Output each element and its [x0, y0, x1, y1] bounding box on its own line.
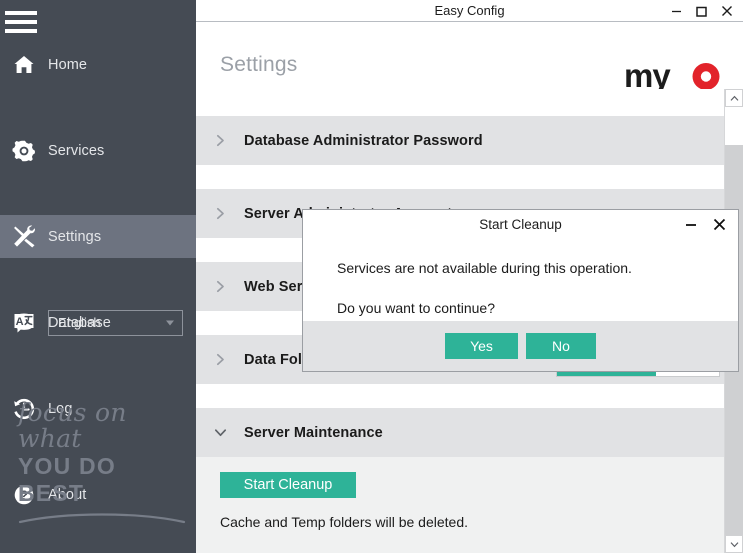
section-header-database-administrator-password[interactable]: Database Administrator Password [196, 116, 724, 165]
minimize-icon[interactable] [677, 210, 705, 239]
home-icon [0, 53, 48, 77]
hamburger-bar [5, 11, 37, 15]
question-mark-icon: ? [0, 483, 48, 507]
sidebar-item-log[interactable]: Log [0, 387, 196, 430]
close-icon[interactable] [714, 0, 739, 22]
language-row: A English [0, 301, 196, 344]
tools-icon [0, 224, 48, 249]
yes-button[interactable]: Yes [445, 333, 518, 359]
dialog-body: Services are not available during this o… [303, 239, 738, 321]
chevron-right-icon [196, 206, 244, 221]
sidebar-item-services[interactable]: Services [0, 129, 196, 172]
history-clock-icon [0, 397, 48, 421]
sidebar-item-label: Home [48, 57, 87, 73]
easy-config-window: Home Services [0, 0, 743, 553]
language-select[interactable]: English [48, 310, 183, 336]
scrollbar-down-button[interactable] [725, 535, 743, 553]
hamburger-bar [5, 20, 37, 24]
dialog-message-line-2: Do you want to continue? [337, 301, 738, 315]
sidebar: Home Services [0, 0, 196, 553]
sidebar-item-about[interactable]: ? About [0, 473, 196, 516]
window-controls [664, 0, 739, 22]
dialog-titlebar: Start Cleanup [303, 210, 738, 239]
dialog-message-line-1: Services are not available during this o… [337, 261, 738, 275]
sidebar-nav: Home Services [0, 43, 196, 301]
close-icon[interactable] [705, 210, 733, 239]
chevron-right-icon [196, 352, 244, 367]
no-button[interactable]: No [526, 333, 596, 359]
scrollbar-up-button[interactable] [725, 89, 743, 107]
sidebar-item-label: Services [48, 143, 104, 159]
section-title: Database Administrator Password [244, 133, 483, 149]
window-titlebar: Easy Config [196, 0, 743, 22]
start-cleanup-dialog: Start Cleanup Services are not available… [302, 209, 739, 372]
sidebar-item-label: Settings [48, 229, 101, 245]
maintenance-hint: Cache and Temp folders will be deleted. [220, 514, 468, 530]
translate-icon: A [0, 311, 48, 335]
chevron-down-icon [166, 320, 174, 325]
page-header: Settings my [196, 22, 743, 89]
chevron-down-icon [196, 425, 244, 440]
maximize-icon[interactable] [689, 0, 714, 22]
chevron-right-icon [196, 133, 244, 148]
svg-text:A: A [16, 316, 24, 328]
server-maintenance-body: Start Cleanup Cache and Temp folders wil… [196, 457, 724, 553]
section-header-server-maintenance[interactable]: Server Maintenance [196, 408, 724, 457]
chevron-right-icon [196, 279, 244, 294]
gear-icon [0, 139, 48, 163]
window-title: Easy Config [434, 3, 504, 18]
hamburger-bar [5, 29, 37, 33]
svg-text:?: ? [20, 488, 28, 503]
language-value: English [58, 315, 101, 330]
sidebar-item-home[interactable]: Home [0, 43, 196, 86]
sidebar-item-label: About [48, 487, 86, 503]
start-cleanup-button[interactable]: Start Cleanup [220, 472, 356, 498]
minimize-icon[interactable] [664, 0, 689, 22]
page-title: Settings [220, 53, 297, 77]
section-title: Server Maintenance [244, 425, 383, 441]
sidebar-item-settings[interactable]: Settings [0, 215, 196, 258]
sidebar-item-label: Log [48, 401, 73, 417]
dialog-footer: Yes No [303, 321, 738, 371]
dialog-title: Start Cleanup [479, 217, 562, 232]
hamburger-icon[interactable] [5, 10, 37, 34]
dialog-window-controls [677, 210, 733, 239]
